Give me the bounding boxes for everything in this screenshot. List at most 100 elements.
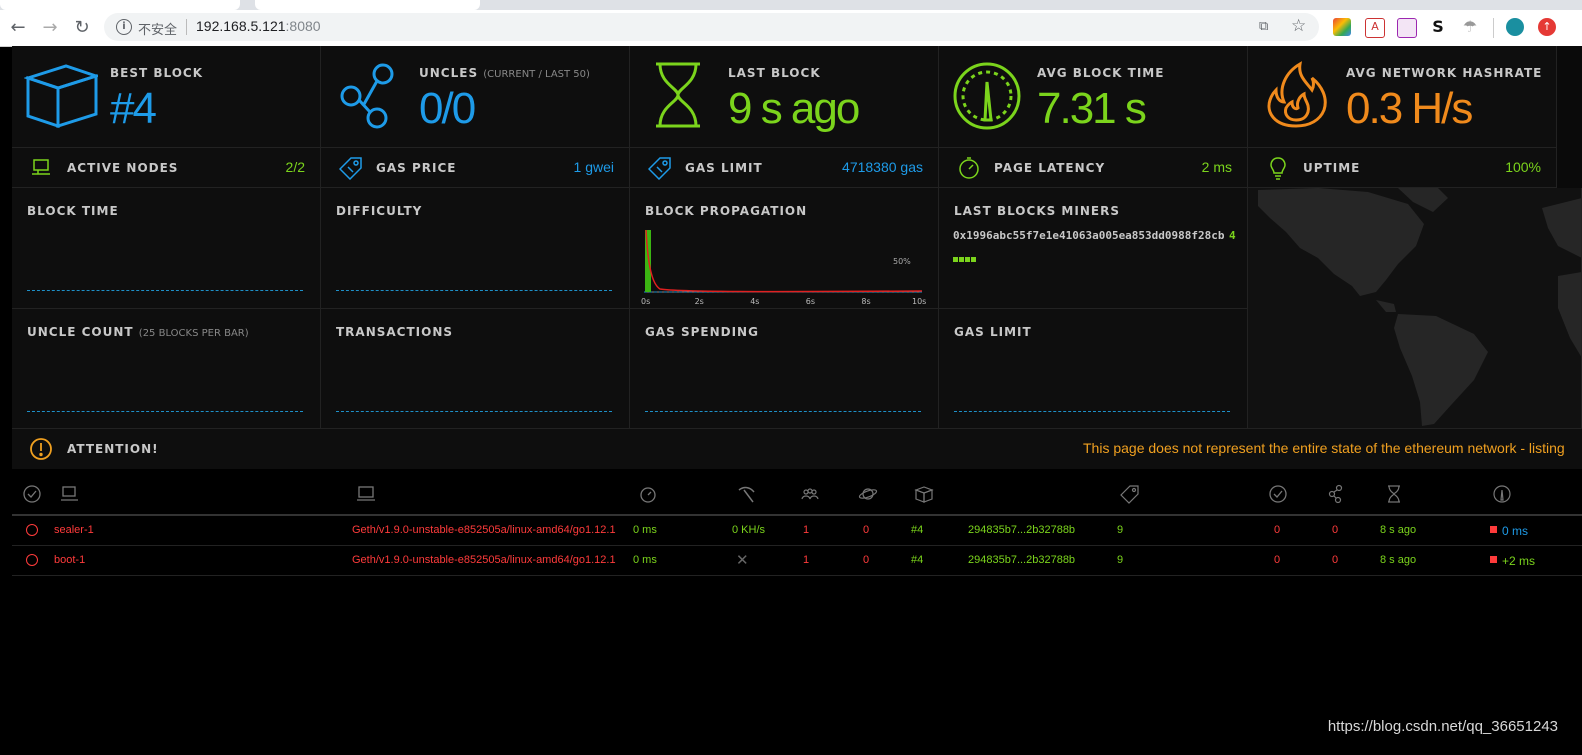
chart-subtitle: (25 BLOCKS PER BAR) bbox=[138, 328, 249, 339]
x-ticks: 0s 2s 4s 6s 8s 10s bbox=[641, 297, 926, 306]
node-difficulty: 9 bbox=[1117, 524, 1124, 536]
chart-uncle-count: UNCLE COUNT (25 BLOCKS PER BAR) bbox=[12, 309, 321, 430]
update-icon[interactable]: ↑ bbox=[1538, 18, 1556, 36]
map-africa bbox=[1558, 272, 1581, 357]
peers-icon[interactable] bbox=[800, 484, 820, 504]
dashboard: BEST BLOCK #4 UNCLES (CURRENT / LAST 50)… bbox=[12, 46, 1582, 468]
node-block-number: #4 bbox=[911, 524, 924, 536]
world-map bbox=[1248, 188, 1582, 430]
propagation-curve bbox=[645, 229, 923, 293]
profile-avatar[interactable] bbox=[1506, 18, 1524, 36]
back-icon[interactable]: ← bbox=[8, 18, 28, 38]
check-circle-icon[interactable] bbox=[22, 484, 42, 504]
world-map-shapes bbox=[1258, 188, 1581, 426]
stat-label: UNCLES (CURRENT / LAST 50) bbox=[419, 66, 590, 80]
node-block-hash: 294835b7...2b32788b bbox=[968, 554, 1076, 566]
miner-block bbox=[953, 257, 958, 262]
browser-tab-active[interactable] bbox=[255, 0, 480, 10]
bookmark-star-icon[interactable]: ☆ bbox=[1291, 16, 1306, 36]
node-name[interactable]: boot-1 bbox=[54, 554, 85, 566]
info-label: PAGE LATENCY bbox=[994, 161, 1106, 175]
uncles-icon[interactable] bbox=[1326, 484, 1346, 504]
hourglass-icon[interactable] bbox=[1384, 484, 1404, 504]
stat-uncles: UNCLES (CURRENT / LAST 50) 0/0 bbox=[321, 46, 630, 148]
chart-last-blocks-miners: LAST BLOCKS MINERS 0x1996abc55f7e1e41063… bbox=[939, 188, 1248, 309]
stat-sublabel: (CURRENT / LAST 50) bbox=[483, 69, 590, 80]
gauge-icon[interactable] bbox=[1492, 484, 1512, 504]
tag-icon bbox=[648, 157, 671, 180]
miner-address[interactable]: 0x1996abc55f7e1e41063a005ea853dd0988f28c… bbox=[953, 229, 1225, 242]
cube-icon bbox=[24, 64, 98, 129]
info-icon[interactable]: i bbox=[116, 19, 132, 35]
stat-value: #4 bbox=[110, 84, 157, 133]
latency-timer-icon[interactable] bbox=[638, 484, 658, 504]
table-row[interactable]: boot-1 Geth/v1.9.0-unstable-e852505a/linu… bbox=[12, 546, 1582, 576]
miner-blocks bbox=[953, 247, 976, 266]
info-label: GAS LIMIT bbox=[685, 161, 763, 175]
node-latency: 0 ms bbox=[633, 524, 657, 536]
extension-pdf-icon[interactable]: A bbox=[1365, 18, 1385, 38]
stat-best-block: BEST BLOCK #4 bbox=[12, 46, 321, 148]
address-bar[interactable]: i 不安全 192.168.5.121:8080 ⧉ ☆ bbox=[104, 13, 1319, 41]
pct-label: 50% bbox=[893, 257, 911, 266]
info-page-latency: PAGE LATENCY 2 ms bbox=[939, 148, 1248, 188]
pickaxe-icon[interactable] bbox=[736, 484, 756, 504]
node-hashrate: 0 KH/s bbox=[732, 524, 766, 536]
x-tick-label: 0s bbox=[641, 297, 650, 306]
planet-icon[interactable] bbox=[858, 484, 878, 504]
info-gas-limit: GAS LIMIT 4718380 gas bbox=[630, 148, 939, 188]
chart-baseline bbox=[27, 290, 303, 291]
extension-chrome-icon[interactable] bbox=[1333, 18, 1351, 36]
chart-baseline bbox=[336, 411, 612, 412]
info-value: 2/2 bbox=[285, 159, 305, 175]
tx-tag-icon[interactable] bbox=[1120, 484, 1140, 504]
node-name[interactable]: sealer-1 bbox=[54, 524, 94, 536]
node-client: Geth/v1.9.0-unstable-e852505a/linux-amd6… bbox=[352, 524, 616, 536]
translate-icon[interactable]: ⧉ bbox=[1259, 19, 1275, 35]
node-client: Geth/v1.9.0-unstable-e852505a/linux-amd6… bbox=[352, 554, 616, 566]
node-name-icon[interactable] bbox=[60, 484, 80, 504]
stat-value: 7.31 s bbox=[1037, 84, 1147, 133]
stat-avg-block-time: AVG BLOCK TIME 7.31 s bbox=[939, 46, 1248, 148]
attention-bar: ATTENTION! This page does not represent … bbox=[12, 428, 1582, 469]
browser-tab[interactable] bbox=[0, 0, 240, 10]
laptop-icon bbox=[32, 159, 50, 175]
node-latency: 0 ms bbox=[633, 554, 657, 566]
url-port: :8080 bbox=[285, 18, 321, 34]
hourglass-icon bbox=[656, 62, 700, 128]
node-status-icon bbox=[26, 524, 38, 536]
info-gas-price: GAS PRICE 1 gwei bbox=[321, 148, 630, 188]
warning-icon bbox=[30, 438, 52, 460]
url-text[interactable]: 192.168.5.121:8080 bbox=[196, 18, 321, 34]
watermark: https://blog.csdn.net/qq_36651243 bbox=[1327, 718, 1558, 735]
extension-umbrella-icon[interactable]: ☂ bbox=[1461, 18, 1479, 36]
node-propagation: +2 ms bbox=[1502, 554, 1536, 568]
table-row[interactable]: sealer-1 Geth/v1.9.0-unstable-e852505a/li… bbox=[12, 516, 1582, 546]
map-europe bbox=[1542, 198, 1581, 258]
node-peers: 1 bbox=[803, 524, 810, 536]
check-circle-icon[interactable] bbox=[1268, 484, 1288, 504]
chart-baseline bbox=[336, 290, 612, 291]
info-label: UPTIME bbox=[1303, 161, 1361, 175]
miner-count: 4 bbox=[1229, 229, 1236, 242]
timer-icon bbox=[959, 157, 979, 179]
stat-value: 9 s ago bbox=[728, 84, 860, 133]
node-block-hash: 294835b7...2b32788b bbox=[968, 524, 1076, 536]
extension-pdf2-icon[interactable] bbox=[1397, 18, 1417, 38]
x-tick-label: 6s bbox=[806, 297, 815, 306]
stat-label-text: UNCLES bbox=[419, 66, 479, 80]
miner-block bbox=[959, 257, 964, 262]
chart-title: GAS SPENDING bbox=[645, 325, 759, 339]
forward-icon[interactable]: → bbox=[40, 18, 60, 38]
info-label: GAS PRICE bbox=[376, 161, 457, 175]
chart-baseline bbox=[954, 411, 1230, 412]
stat-value: 0/0 bbox=[419, 84, 476, 133]
block-cube-icon[interactable] bbox=[914, 484, 934, 504]
node-pending-tx: 0 bbox=[863, 524, 870, 536]
client-laptop-icon[interactable] bbox=[356, 484, 376, 504]
info-active-nodes: ACTIVE NODES 2/2 bbox=[12, 148, 321, 188]
x-tick-label: 2s bbox=[695, 297, 704, 306]
extension-s-icon[interactable]: S bbox=[1429, 18, 1447, 36]
reload-icon[interactable]: ↻ bbox=[72, 18, 92, 38]
uncles-icon bbox=[340, 63, 394, 129]
